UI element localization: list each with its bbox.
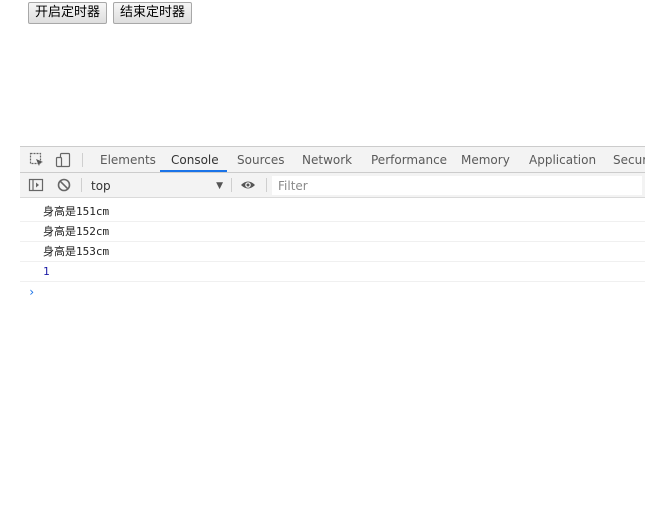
toolbar-divider (231, 178, 232, 192)
clear-console-icon[interactable] (56, 177, 72, 193)
toolbar-divider (266, 178, 267, 192)
console-return-value: 1 (20, 262, 645, 282)
console-output: 身高是151cm 身高是152cm 身高是153cm 1 › (20, 202, 645, 302)
context-selector-value: top (91, 179, 111, 193)
eye-icon[interactable] (240, 177, 256, 193)
context-selector[interactable]: top ▼ (91, 178, 223, 194)
prompt-chevron-icon: › (28, 285, 36, 299)
devtools-tabbar: Elements Console Sources Network Perform… (20, 146, 645, 173)
sidebar-toggle-icon[interactable] (28, 177, 44, 193)
devtools-panel: Elements Console Sources Network Perform… (20, 146, 645, 518)
dropdown-arrow-icon: ▼ (216, 181, 223, 191)
stop-timer-button[interactable]: 结束定时器 (113, 2, 193, 24)
device-toolbar-icon[interactable] (55, 152, 71, 168)
console-log-line: 身高是153cm (20, 242, 645, 262)
console-prompt[interactable]: › (20, 282, 645, 302)
console-log-line: 身高是152cm (20, 222, 645, 242)
page-buttons: 开启定时器 结束定时器 (28, 2, 193, 24)
tab-network[interactable]: Network (302, 147, 352, 172)
console-log-line: 身高是151cm (20, 202, 645, 222)
toolbar-divider (81, 178, 82, 192)
tab-memory[interactable]: Memory (461, 147, 510, 172)
tab-security[interactable]: Securi (613, 147, 645, 172)
tab-performance[interactable]: Performance (371, 147, 447, 172)
start-timer-button[interactable]: 开启定时器 (28, 2, 108, 24)
console-toolbar: top ▼ (20, 173, 645, 198)
tab-application[interactable]: Application (529, 147, 596, 172)
inspect-element-icon[interactable] (29, 152, 45, 168)
tab-sources[interactable]: Sources (237, 147, 284, 172)
console-filter-input[interactable] (272, 176, 642, 195)
tabbar-divider (82, 153, 83, 167)
active-tab-indicator (160, 170, 227, 172)
tab-elements[interactable]: Elements (100, 147, 156, 172)
